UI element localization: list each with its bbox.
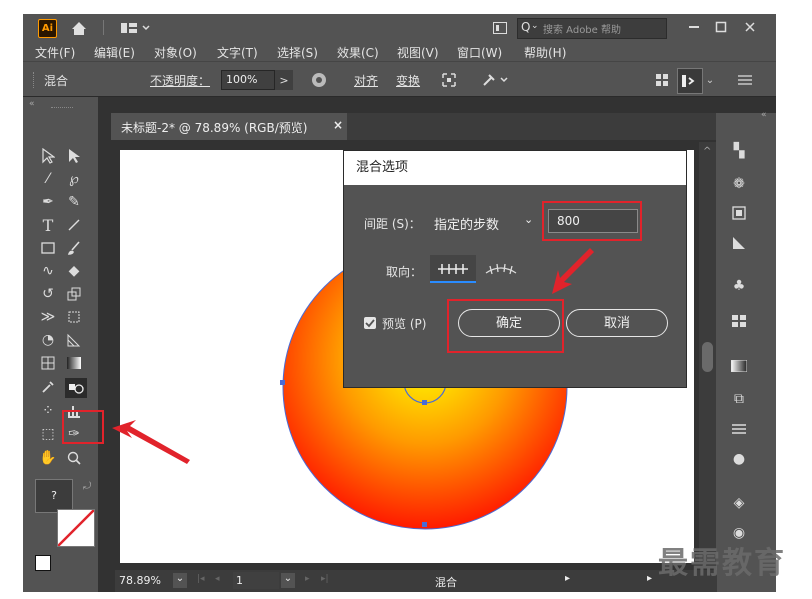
annotation-arrows	[112, 248, 594, 464]
arrow-to-blend-tool-icon	[112, 420, 190, 464]
arrow-to-ok-button-icon	[552, 248, 594, 294]
watermark: 最需教育	[658, 546, 786, 581]
